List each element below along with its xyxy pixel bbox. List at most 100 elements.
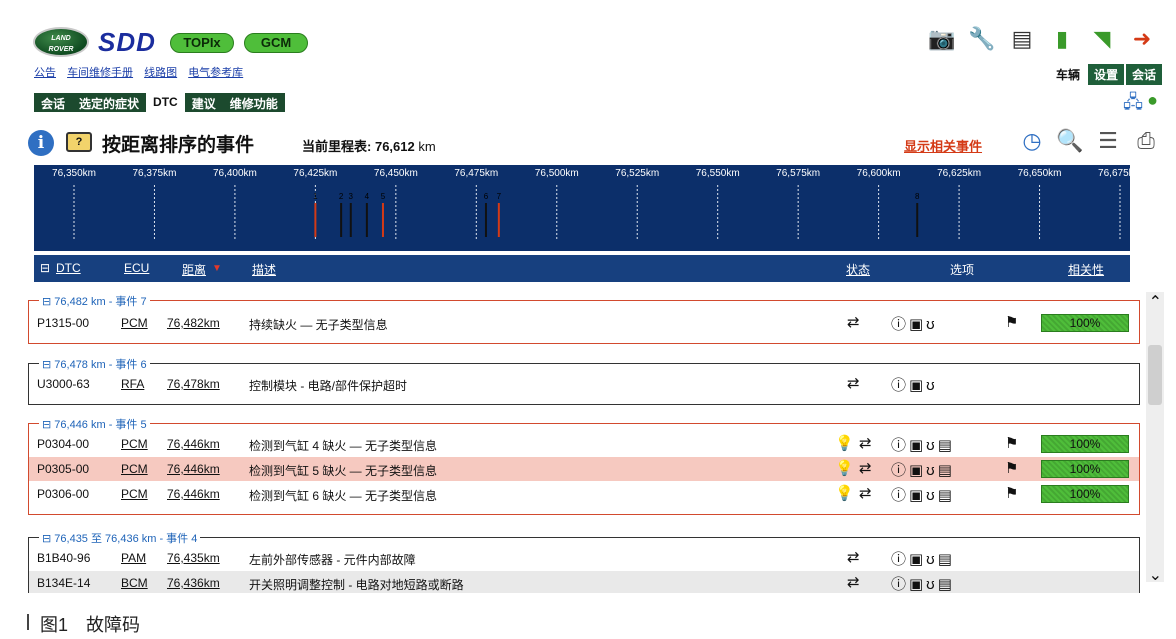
dtc-code: P0306-00 — [37, 487, 90, 501]
print-icon[interactable]: ⎙ — [1132, 128, 1160, 154]
battery-icon[interactable]: ▤ — [1006, 22, 1038, 56]
collapse-icon[interactable]: ⊟ — [42, 296, 54, 308]
timeline-tick-label: 76,425km — [293, 168, 338, 179]
camera-icon[interactable]: 📷 — [926, 22, 958, 56]
collapse-all-icon[interactable]: ⊟ — [40, 261, 50, 275]
option-icons[interactable]: ⓘ▣ʊ▤ — [891, 434, 955, 455]
network-icon[interactable]: 🖧 — [1123, 90, 1143, 120]
flag-icon[interactable]: ⚑ — [1005, 313, 1018, 331]
title-row: i ? 按距离排序的事件 当前里程表: 76,612 km 显示相关事件 ◷ 🔍… — [28, 128, 1160, 160]
scroll-up-icon[interactable]: ⌃ — [1149, 292, 1162, 312]
tab-session-nav[interactable]: 会话 — [34, 93, 72, 112]
clock-icon[interactable]: ◷ — [1018, 128, 1046, 154]
table-row[interactable]: B134E-14 BCM 76,436km 开关照明调整控制 - 电路对地短路或… — [29, 571, 1139, 593]
tab-symptoms[interactable]: 选定的症状 — [72, 93, 146, 112]
tab-service-functions[interactable]: 维修功能 — [223, 93, 285, 112]
header-distance[interactable]: 距离 — [182, 261, 206, 278]
timeline-tick-label: 76,650km — [1017, 168, 1062, 179]
ecu-link[interactable]: PCM — [121, 316, 148, 330]
group-title-text: 76,478 km - 事件 6 — [54, 359, 147, 371]
topix-button[interactable]: TOPIx — [170, 33, 234, 53]
timeline-event-label: 2 — [339, 192, 344, 201]
header-dtc[interactable]: DTC — [56, 261, 81, 275]
header-relevance[interactable]: 相关性 — [1068, 261, 1104, 278]
timeline-event-label: 1 — [313, 192, 318, 201]
group-title[interactable]: ⊟ 76,478 km - 事件 6 — [39, 356, 150, 372]
tab-recommendations[interactable]: 建议 — [185, 93, 223, 112]
option-icons[interactable]: ⓘ▣ʊ — [891, 374, 938, 395]
table-header: ⊟ DTC ECU 距离 ▼ 描述 状态 选项 相关性 — [34, 255, 1130, 282]
group-title[interactable]: ⊟ 76,482 km - 事件 7 — [39, 293, 150, 309]
option-icons[interactable]: ⓘ▣ʊ▤ — [891, 484, 955, 505]
header-options: 选项 — [950, 263, 975, 277]
distance-link[interactable]: 76,435km — [167, 551, 220, 565]
tab-session[interactable]: 会话 — [1125, 64, 1162, 85]
info-icon[interactable]: i — [28, 130, 54, 156]
table-row[interactable]: U3000-63 RFA 76,478km 控制模块 - 电路/部件保护超时 ⇄… — [29, 372, 1139, 396]
ecu-link[interactable]: PCM — [121, 487, 148, 501]
wifi-icon[interactable]: ◥ — [1086, 22, 1118, 56]
option-icons[interactable]: ⓘ▣ʊ▤ — [891, 459, 955, 480]
distance-link[interactable]: 76,478km — [167, 377, 220, 391]
tab-vehicle[interactable]: 车辆 — [1049, 64, 1086, 85]
scrollbar[interactable] — [1146, 292, 1164, 582]
flag-icon[interactable]: ⚑ — [1005, 484, 1018, 502]
table-row[interactable]: B1B40-96 PAM 76,435km 左前外部传感器 - 元件内部故障 ⇄… — [29, 546, 1139, 570]
odometer-value: 76,612 — [374, 139, 415, 154]
collapse-icon[interactable]: ⊟ — [42, 419, 54, 431]
link-workshop-manual[interactable]: 车间维修手册 — [67, 67, 133, 79]
collapse-icon[interactable]: ⊟ — [42, 533, 54, 545]
ecu-link[interactable]: PAM — [121, 551, 146, 565]
distance-link[interactable]: 76,446km — [167, 487, 220, 501]
book-icon[interactable]: ▮ — [1046, 22, 1078, 56]
ecu-link[interactable]: BCM — [121, 576, 148, 590]
group-title[interactable]: ⊟ 76,446 km - 事件 5 — [39, 416, 150, 432]
search-icon[interactable]: 🔍 — [1056, 128, 1084, 154]
table-row[interactable]: P1315-00 PCM 76,482km 持续缺火 — 无子类型信息 ⇄ ⓘ▣… — [29, 311, 1139, 335]
odometer-unit: km — [418, 139, 436, 154]
link-bulletin[interactable]: 公告 — [34, 67, 56, 79]
flag-icon[interactable]: ⚑ — [1005, 434, 1018, 452]
tab-dtc[interactable]: DTC — [146, 93, 185, 112]
timeline-plot: 12345678 — [73, 185, 1121, 241]
event-group-5: ⊟ 76,446 km - 事件 5 P0304-00 PCM 76,446km… — [28, 416, 1140, 515]
option-icons[interactable]: ⓘ▣ʊ — [891, 313, 938, 334]
wrench-icon[interactable]: 🔧 — [966, 22, 998, 56]
timeline-ticks: 76,350km 76,375km 76,400km 76,425km 76,450km… — [34, 168, 1142, 182]
intermittent-icon: ⇄ — [859, 460, 876, 477]
flag-icon[interactable]: ⚑ — [1005, 459, 1018, 477]
table-row[interactable]: P0305-00 PCM 76,446km 检测到气缸 5 缺火 — 无子类型信… — [29, 457, 1139, 481]
header-ecu[interactable]: ECU — [124, 261, 149, 275]
header-description[interactable]: 描述 — [252, 261, 276, 278]
relevance-bar: 100% — [1041, 314, 1129, 332]
scrollbar-thumb[interactable] — [1148, 345, 1162, 405]
option-icons[interactable]: ⓘ▣ʊ▤ — [891, 573, 955, 594]
link-electrical-ref[interactable]: 电气参考库 — [188, 67, 243, 79]
refresh-icon[interactable]: ● — [1147, 90, 1158, 120]
ecu-link[interactable]: PCM — [121, 437, 148, 451]
dtc-code: B1B40-96 — [37, 551, 91, 565]
list-icon[interactable]: ☰ — [1094, 128, 1122, 154]
distance-link[interactable]: 76,436km — [167, 576, 220, 590]
scroll-down-icon[interactable]: ⌄ — [1149, 565, 1162, 585]
exit-icon[interactable]: ➜ — [1126, 22, 1158, 56]
distance-link[interactable]: 76,446km — [167, 437, 220, 451]
option-icons[interactable]: ⓘ▣ʊ▤ — [891, 548, 955, 569]
show-related-link[interactable]: 显示相关事件 — [904, 136, 982, 155]
table-row[interactable]: P0304-00 PCM 76,446km 检测到气缸 4 缺火 — 无子类型信… — [29, 432, 1139, 456]
link-wiring[interactable]: 线路图 — [144, 67, 177, 79]
ecu-link[interactable]: RFA — [121, 377, 144, 391]
gcm-button[interactable]: GCM — [244, 33, 308, 53]
land-rover-logo: LAND ROVER — [33, 27, 89, 57]
group-title[interactable]: ⊟ 76,435 至 76,436 km - 事件 4 — [39, 530, 201, 546]
distance-link[interactable]: 76,446km — [167, 462, 220, 476]
top-links: 公告 车间维修手册 线路图 电气参考库 — [34, 64, 251, 80]
dtc-code: U3000-63 — [37, 377, 90, 391]
dtc-code: B134E-14 — [37, 576, 91, 590]
header-status[interactable]: 状态 — [846, 261, 870, 278]
collapse-icon[interactable]: ⊟ — [42, 359, 54, 371]
distance-link[interactable]: 76,482km — [167, 316, 220, 330]
table-row[interactable]: P0306-00 PCM 76,446km 检测到气缸 6 缺火 — 无子类型信… — [29, 482, 1139, 506]
ecu-link[interactable]: PCM — [121, 462, 148, 476]
tab-settings[interactable]: 设置 — [1087, 64, 1124, 85]
